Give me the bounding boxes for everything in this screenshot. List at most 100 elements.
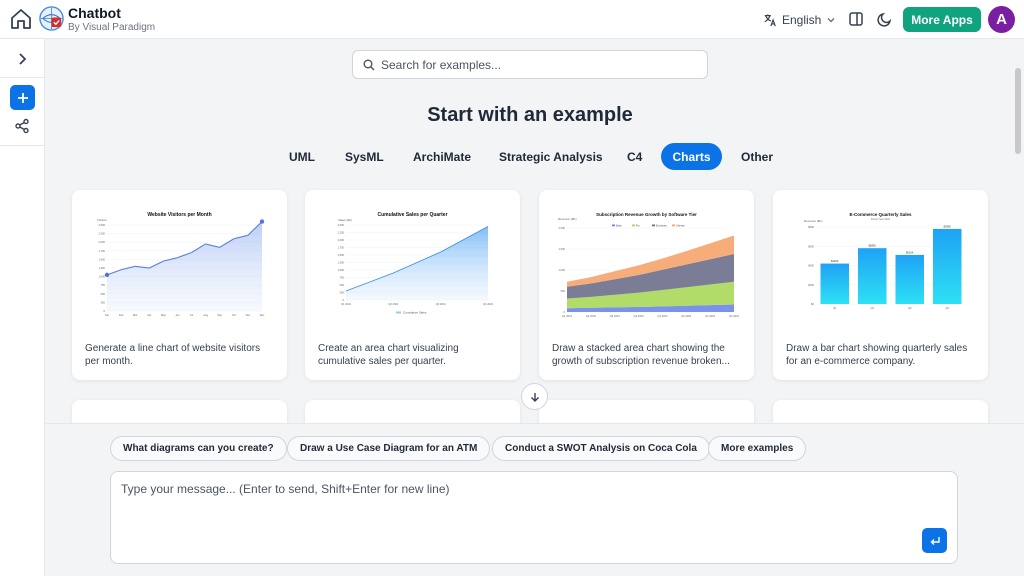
bar [858, 248, 887, 304]
data-point [104, 272, 110, 278]
tab-archimate[interactable]: ArchiMate [399, 143, 485, 170]
x-tick-label: Jun [175, 313, 180, 317]
y-tick-label: 0 [104, 309, 106, 313]
tab-other[interactable]: Other [727, 143, 787, 170]
y-axis-label: Sales ($K) [338, 218, 352, 222]
dark-mode-icon[interactable] [877, 11, 893, 27]
y-axis-label: Visitors [97, 218, 107, 222]
example-card-bar-chart[interactable]: E-Commerce Quarterly Sales Fiscal Year 2… [773, 190, 988, 380]
suggestion-chip[interactable]: Conduct a SWOT Analysis on Coca Cola [492, 436, 710, 461]
y-tick-label: $600 [808, 244, 814, 248]
x-tick-label: Q2 2023 [586, 314, 597, 318]
scrollbar[interactable] [1015, 68, 1021, 154]
scroll-down-button[interactable] [521, 383, 548, 410]
tab-c4[interactable]: C4 [613, 143, 656, 170]
bar-value-label: $510K [906, 250, 914, 254]
language-label: English [782, 12, 822, 27]
y-axis-label: Revenue ($K) [558, 217, 577, 221]
example-search-box[interactable] [352, 50, 708, 79]
x-tick-label: Dec [260, 313, 265, 317]
x-tick-label: Q4 [946, 306, 950, 310]
bar-value-label: $580K [868, 244, 876, 248]
send-button[interactable] [922, 528, 947, 553]
y-tick-label: 2,250 [99, 232, 106, 236]
example-description: Draw a stacked area chart showing the gr… [552, 343, 730, 367]
y-tick-label: 250 [101, 300, 106, 304]
page-title: Start with an example [427, 104, 633, 126]
x-tick-label: Jul [190, 313, 194, 317]
x-tick-label: Q3 2024 [705, 314, 716, 318]
y-tick-label: 500 [101, 292, 106, 296]
y-tick-label: 2,000 [559, 226, 566, 230]
example-card-stacked-area-chart[interactable]: Subscription Revenue Growth by Software … [539, 190, 754, 380]
bar-chart-thumbnail: E-Commerce Quarterly Sales Fiscal Year 2… [786, 208, 975, 320]
sidebar-divider [0, 77, 45, 78]
language-selector[interactable]: English [763, 11, 836, 28]
suggestion-chip[interactable]: What diagrams can you create? [110, 436, 287, 461]
tab-uml[interactable]: UML [275, 143, 329, 170]
chart-subtitle: Fiscal Year 2024 [871, 217, 891, 221]
chart-title: Subscription Revenue Growth by Software … [596, 212, 697, 217]
top-bar: Chatbot By Visual Paradigm English More … [0, 0, 1024, 39]
sidebar [0, 39, 45, 576]
legend-label: Enterprise [656, 224, 668, 227]
y-axis-label: Revenue ($K) [804, 219, 823, 223]
area-chart-thumbnail: Cumulative Sales per Quarter Sales ($K) … [318, 208, 507, 320]
x-tick-label: Feb [119, 313, 124, 317]
x-tick-label: Mar [133, 313, 138, 317]
avatar[interactable]: A [988, 6, 1015, 33]
message-input[interactable] [121, 482, 901, 542]
tab-charts[interactable]: Charts [661, 143, 722, 170]
bar [895, 254, 924, 304]
bar-value-label: $780K [943, 224, 951, 228]
y-tick-label: 1,000 [99, 275, 106, 279]
y-tick-label: 1,500 [559, 247, 566, 251]
legend-label: Ultimate [676, 224, 685, 227]
plus-icon [17, 92, 28, 103]
message-box [110, 471, 958, 564]
panel-toggle-icon[interactable] [848, 11, 864, 27]
data-point [204, 243, 207, 245]
more-apps-button[interactable]: More Apps [903, 7, 981, 32]
data-point [247, 234, 249, 237]
x-tick-label: Jan [105, 313, 110, 317]
search-input[interactable] [381, 56, 701, 74]
line-chart-area-fill [107, 221, 262, 311]
data-point [148, 267, 150, 269]
y-tick-label: 2,500 [99, 223, 106, 227]
bar-value-label: $420K [831, 259, 839, 263]
legend-swatch [652, 224, 655, 227]
x-tick-label: Sep [217, 313, 222, 317]
share-icon[interactable] [14, 118, 30, 134]
home-icon[interactable] [9, 7, 33, 31]
x-tick-label: Q1 2024 [657, 314, 668, 318]
x-tick-label: Aug [203, 313, 208, 317]
x-tick-label: Apr [147, 313, 151, 317]
sidebar-divider [0, 145, 45, 146]
example-description: Generate a line chart of website visitor… [85, 343, 261, 367]
example-card-area-chart[interactable]: Cumulative Sales per Quarter Sales ($K) … [305, 190, 520, 380]
x-tick-label: Q3 2024 [436, 302, 447, 306]
more-examples-chip[interactable]: More examples [708, 436, 807, 461]
tab-strategic-analysis[interactable]: Strategic Analysis [485, 143, 617, 170]
search-icon [363, 59, 375, 71]
visual-paradigm-logo-icon [39, 6, 64, 31]
tab-sysml[interactable]: SysML [331, 143, 398, 170]
data-point [233, 238, 235, 240]
app-subtitle: By Visual Paradigm [68, 22, 156, 33]
x-tick-label: Q3 2023 [610, 314, 621, 318]
example-card-line-chart[interactable]: Website Visitors per Month Visitors 2,50… [72, 190, 287, 380]
data-point [134, 265, 136, 267]
new-chat-button[interactable] [10, 85, 35, 110]
suggestion-chip[interactable]: Draw a Use Case Diagram for an ATM [287, 436, 491, 461]
y-tick-label: 2,000 [99, 240, 106, 244]
chart-title: Cumulative Sales per Quarter [377, 212, 447, 218]
x-tick-label: Q4 2024 [483, 302, 494, 306]
stacked-area-chart-thumbnail: Subscription Revenue Growth by Software … [552, 208, 741, 320]
y-tick-label: 1,500 [338, 253, 345, 257]
chevron-right-icon[interactable] [14, 51, 30, 67]
x-tick-label: Oct [232, 313, 236, 317]
legend-swatch [612, 224, 615, 227]
data-point [259, 219, 265, 224]
legend-swatch [672, 224, 675, 227]
